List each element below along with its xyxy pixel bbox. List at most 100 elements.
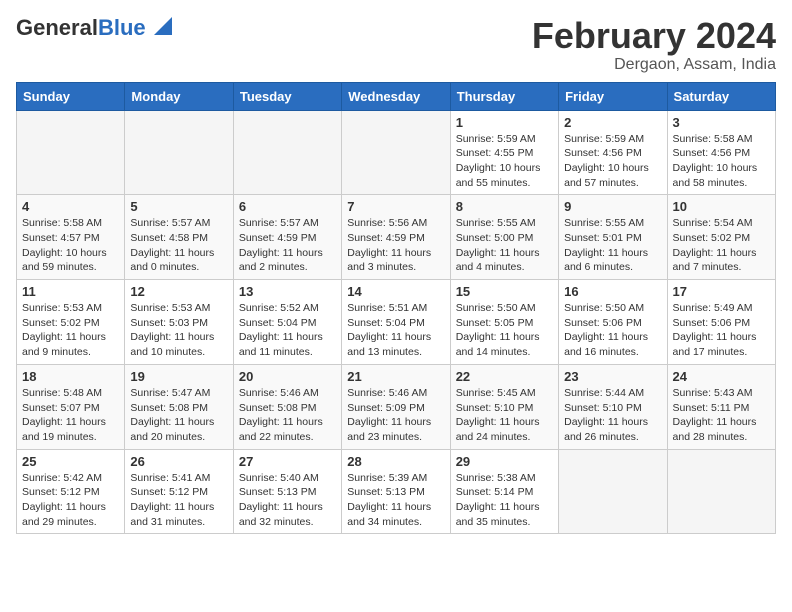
- calendar-cell: 19 Sunrise: 5:47 AM Sunset: 5:08 PM Dayli…: [125, 364, 233, 449]
- calendar-week-row: 1 Sunrise: 5:59 AM Sunset: 4:55 PM Daylig…: [17, 110, 776, 195]
- location-subtitle: Dergaon, Assam, India: [532, 56, 776, 74]
- day-of-week-header: Wednesday: [342, 82, 450, 110]
- day-of-week-header: Thursday: [450, 82, 558, 110]
- calendar-cell: 13Sunrise: 5:52 AM Sunset: 5:04 PM Dayli…: [233, 280, 341, 365]
- day-info: Sunrise: 5:45 AM Sunset: 5:10 PM Dayligh…: [456, 386, 553, 445]
- calendar-cell: 29 Sunrise: 5:38 AM Sunset: 5:14 PM Dayli…: [450, 449, 558, 534]
- day-info: Sunrise: 5:40 AM Sunset: 5:13 PM Dayligh…: [239, 471, 336, 530]
- day-number: 4: [22, 199, 119, 214]
- calendar-cell: [559, 449, 667, 534]
- day-of-week-header: Saturday: [667, 82, 775, 110]
- logo-icon: [154, 17, 172, 35]
- calendar-header-row: SundayMondayTuesdayWednesdayThursdayFrid…: [17, 82, 776, 110]
- day-number: 25: [22, 454, 119, 469]
- page-header: GeneralBlue February 2024 Dergaon, Assam…: [16, 16, 776, 74]
- day-info: Sunrise: 5:50 AM Sunset: 5:05 PM Dayligh…: [456, 301, 553, 360]
- day-number: 8: [456, 199, 553, 214]
- calendar-cell: 6Sunrise: 5:57 AM Sunset: 4:59 PM Daylig…: [233, 195, 341, 280]
- calendar-cell: 12 Sunrise: 5:53 AM Sunset: 5:03 PM Dayli…: [125, 280, 233, 365]
- day-number: 3: [673, 115, 770, 130]
- calendar-cell: 22 Sunrise: 5:45 AM Sunset: 5:10 PM Dayli…: [450, 364, 558, 449]
- calendar-cell: [667, 449, 775, 534]
- day-number: 29: [456, 454, 553, 469]
- day-number: 2: [564, 115, 661, 130]
- day-info: Sunrise: 5:54 AM Sunset: 5:02 PM Dayligh…: [673, 216, 770, 275]
- calendar-cell: 5 Sunrise: 5:57 AM Sunset: 4:58 PM Daylig…: [125, 195, 233, 280]
- day-number: 14: [347, 284, 444, 299]
- day-number: 5: [130, 199, 227, 214]
- day-info: Sunrise: 5:55 AM Sunset: 5:00 PM Dayligh…: [456, 216, 553, 275]
- calendar-cell: 23 Sunrise: 5:44 AM Sunset: 5:10 PM Dayli…: [559, 364, 667, 449]
- day-info: Sunrise: 5:57 AM Sunset: 4:58 PM Dayligh…: [130, 216, 227, 275]
- day-info: Sunrise: 5:57 AM Sunset: 4:59 PM Dayligh…: [239, 216, 336, 275]
- day-number: 13: [239, 284, 336, 299]
- day-number: 20: [239, 369, 336, 384]
- calendar-cell: 17 Sunrise: 5:49 AM Sunset: 5:06 PM Dayli…: [667, 280, 775, 365]
- day-number: 15: [456, 284, 553, 299]
- day-info: Sunrise: 5:38 AM Sunset: 5:14 PM Dayligh…: [456, 471, 553, 530]
- day-info: Sunrise: 5:46 AM Sunset: 5:08 PM Dayligh…: [239, 386, 336, 445]
- day-info: Sunrise: 5:49 AM Sunset: 5:06 PM Dayligh…: [673, 301, 770, 360]
- logo-general-text: General: [16, 15, 98, 40]
- calendar-cell: 20 Sunrise: 5:46 AM Sunset: 5:08 PM Dayli…: [233, 364, 341, 449]
- logo: GeneralBlue: [16, 16, 172, 40]
- day-number: 9: [564, 199, 661, 214]
- calendar-cell: 16 Sunrise: 5:50 AM Sunset: 5:06 PM Dayli…: [559, 280, 667, 365]
- day-info: Sunrise: 5:59 AM Sunset: 4:55 PM Dayligh…: [456, 132, 553, 191]
- day-number: 16: [564, 284, 661, 299]
- calendar-cell: 25 Sunrise: 5:42 AM Sunset: 5:12 PM Dayli…: [17, 449, 125, 534]
- day-info: Sunrise: 5:39 AM Sunset: 5:13 PM Dayligh…: [347, 471, 444, 530]
- day-of-week-header: Tuesday: [233, 82, 341, 110]
- calendar-cell: 8 Sunrise: 5:55 AM Sunset: 5:00 PM Daylig…: [450, 195, 558, 280]
- day-info: Sunrise: 5:59 AM Sunset: 4:56 PM Dayligh…: [564, 132, 661, 191]
- calendar-cell: 7 Sunrise: 5:56 AM Sunset: 4:59 PM Daylig…: [342, 195, 450, 280]
- day-number: 23: [564, 369, 661, 384]
- calendar-week-row: 18Sunrise: 5:48 AM Sunset: 5:07 PM Dayli…: [17, 364, 776, 449]
- calendar-cell: 9Sunrise: 5:55 AM Sunset: 5:01 PM Daylig…: [559, 195, 667, 280]
- day-number: 17: [673, 284, 770, 299]
- day-number: 11: [22, 284, 119, 299]
- day-number: 7: [347, 199, 444, 214]
- calendar-cell: 18Sunrise: 5:48 AM Sunset: 5:07 PM Dayli…: [17, 364, 125, 449]
- day-number: 19: [130, 369, 227, 384]
- month-year-title: February 2024: [532, 16, 776, 56]
- day-of-week-header: Monday: [125, 82, 233, 110]
- day-number: 12: [130, 284, 227, 299]
- calendar-table: SundayMondayTuesdayWednesdayThursdayFrid…: [16, 82, 776, 535]
- day-number: 1: [456, 115, 553, 130]
- calendar-cell: 28 Sunrise: 5:39 AM Sunset: 5:13 PM Dayli…: [342, 449, 450, 534]
- day-info: Sunrise: 5:46 AM Sunset: 5:09 PM Dayligh…: [347, 386, 444, 445]
- day-number: 27: [239, 454, 336, 469]
- day-number: 24: [673, 369, 770, 384]
- day-info: Sunrise: 5:58 AM Sunset: 4:57 PM Dayligh…: [22, 216, 119, 275]
- day-info: Sunrise: 5:53 AM Sunset: 5:03 PM Dayligh…: [130, 301, 227, 360]
- day-info: Sunrise: 5:42 AM Sunset: 5:12 PM Dayligh…: [22, 471, 119, 530]
- day-info: Sunrise: 5:47 AM Sunset: 5:08 PM Dayligh…: [130, 386, 227, 445]
- calendar-cell: 14 Sunrise: 5:51 AM Sunset: 5:04 PM Dayli…: [342, 280, 450, 365]
- calendar-cell: [233, 110, 341, 195]
- calendar-cell: 27 Sunrise: 5:40 AM Sunset: 5:13 PM Dayli…: [233, 449, 341, 534]
- calendar-week-row: 11Sunrise: 5:53 AM Sunset: 5:02 PM Dayli…: [17, 280, 776, 365]
- day-info: Sunrise: 5:56 AM Sunset: 4:59 PM Dayligh…: [347, 216, 444, 275]
- calendar-cell: 11Sunrise: 5:53 AM Sunset: 5:02 PM Dayli…: [17, 280, 125, 365]
- day-info: Sunrise: 5:41 AM Sunset: 5:12 PM Dayligh…: [130, 471, 227, 530]
- calendar-cell: 26 Sunrise: 5:41 AM Sunset: 5:12 PM Dayli…: [125, 449, 233, 534]
- calendar-cell: [342, 110, 450, 195]
- day-of-week-header: Friday: [559, 82, 667, 110]
- day-number: 22: [456, 369, 553, 384]
- calendar-week-row: 4 Sunrise: 5:58 AM Sunset: 4:57 PM Daylig…: [17, 195, 776, 280]
- calendar-cell: 10Sunrise: 5:54 AM Sunset: 5:02 PM Dayli…: [667, 195, 775, 280]
- day-number: 21: [347, 369, 444, 384]
- calendar-cell: 15 Sunrise: 5:50 AM Sunset: 5:05 PM Dayli…: [450, 280, 558, 365]
- day-info: Sunrise: 5:50 AM Sunset: 5:06 PM Dayligh…: [564, 301, 661, 360]
- day-of-week-header: Sunday: [17, 82, 125, 110]
- calendar-cell: 2 Sunrise: 5:59 AM Sunset: 4:56 PM Daylig…: [559, 110, 667, 195]
- day-number: 26: [130, 454, 227, 469]
- day-number: 28: [347, 454, 444, 469]
- calendar-cell: [17, 110, 125, 195]
- day-info: Sunrise: 5:43 AM Sunset: 5:11 PM Dayligh…: [673, 386, 770, 445]
- day-info: Sunrise: 5:51 AM Sunset: 5:04 PM Dayligh…: [347, 301, 444, 360]
- calendar-cell: 3Sunrise: 5:58 AM Sunset: 4:56 PM Daylig…: [667, 110, 775, 195]
- calendar-cell: 4 Sunrise: 5:58 AM Sunset: 4:57 PM Daylig…: [17, 195, 125, 280]
- day-info: Sunrise: 5:44 AM Sunset: 5:10 PM Dayligh…: [564, 386, 661, 445]
